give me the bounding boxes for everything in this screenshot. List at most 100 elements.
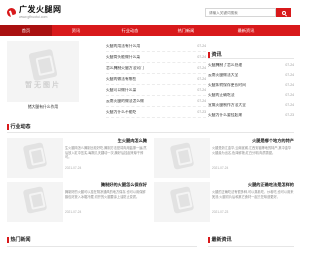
list-item[interactable]: 宣威火腿制作方法大全 07-24 — [208, 100, 294, 110]
card-description: 腌制好的火腿可以挂在阴凉通风的地方保存,也可以用保鲜膜包好放入冰箱冷藏,切开的火… — [65, 190, 146, 199]
news-box-title: 资讯 — [211, 51, 222, 58]
list-item-date: 07-24 — [197, 65, 206, 70]
card-description: 火腿的正确吃法有很多种,可以蒸着吃、炒着吃,也可以用来煲汤,火腿切片后和其它食材… — [212, 190, 294, 199]
card-title[interactable]: 腌制好的火腿怎么保存好 — [65, 182, 147, 187]
list-item[interactable]: 火腿的用法有什么用 07-24 — [106, 41, 206, 52]
accent-bar — [7, 237, 9, 243]
article-card[interactable]: 火腿是哪个地方的特产 火腿是浙江金华,云南宣威,江西安福等地的特产,其中金华火腿… — [154, 138, 294, 178]
hero-image-placeholder[interactable]: 暂无图片 — [7, 41, 79, 102]
list-item-title[interactable]: 火腿的用法有什么用 — [106, 44, 140, 49]
latest-section-title: 最新资讯 — [211, 237, 232, 243]
list-item[interactable]: 火腿如何保存更长时间 07-24 — [208, 80, 294, 90]
list-item-title[interactable]: 火腿为什么不能吃 — [106, 110, 136, 115]
page: 广发火腿网 www.gfhuotui.com 首页 资讯 行业动态 热门新闻 最… — [0, 0, 300, 260]
list-item[interactable]: 云南火腿的做法怎么做 07-24 — [106, 96, 206, 107]
hot-news-section-header: 热门新闻 — [7, 236, 31, 244]
image-placeholder-icon — [22, 142, 48, 170]
list-item-title[interactable]: 火腿可以做什么菜 — [106, 88, 136, 93]
news-box-list: 火腿腌制了怎么处理 07-24 云南火腿做法大全 07-24 火腿如何保存更长时间 0… — [208, 60, 294, 120]
list-item-title[interactable]: 宣威火腿制作方法大全 — [208, 103, 246, 108]
list-item-date: 07-24 — [197, 98, 206, 103]
industry-section-header: 行业动态 — [7, 123, 31, 131]
list-item-date: 07-24 — [197, 43, 206, 48]
list-item-title[interactable]: 火腿腌制了怎么处理 — [208, 63, 242, 68]
nav-item-hot[interactable]: 热门新闻 — [160, 25, 212, 36]
list-item[interactable]: 火腿可以做什么菜 07-24 — [106, 85, 206, 96]
card-body: 火腿是哪个地方的特产 火腿是浙江金华,云南宣威,江西安福等地的特产,其中金华火腿… — [212, 138, 294, 171]
card-thumbnail[interactable] — [7, 182, 63, 222]
list-item-title[interactable]: 怎么腌制火腿方法窍门 — [106, 66, 144, 71]
list-item-date: 07-23 — [197, 109, 206, 114]
nav-item-news[interactable]: 资讯 — [52, 25, 100, 36]
logo-icon — [7, 7, 16, 17]
list-item[interactable]: 火腿的做法有哪些 07-24 — [106, 74, 206, 85]
list-item-title[interactable]: 火腿为什么要挂起来 — [208, 113, 242, 118]
card-date: 2021-07-24 — [65, 210, 82, 215]
placeholder-text: 暂无图片 — [25, 82, 61, 89]
card-title[interactable]: 火腿的正确吃法是怎样的 — [212, 182, 294, 187]
list-item-date: 07-24 — [285, 72, 294, 77]
logo-url: www.gfhuotui.com — [19, 15, 48, 19]
article-card[interactable]: 生火腿肉怎么腌 生火腿肉怎么腌制比较好吃,腌制方法是将肉用盐擦一遍,然后放入缸中… — [7, 138, 147, 178]
list-item[interactable]: 火腿为什么不能吃 07-23 — [106, 107, 206, 118]
accent-bar — [208, 51, 210, 58]
list-item-date: 07-24 — [197, 87, 206, 92]
list-item-title[interactable]: 火腿如何保存更长时间 — [208, 83, 246, 88]
list-item[interactable]: 火腿腌制了怎么处理 07-24 — [208, 60, 294, 70]
article-card[interactable]: 腌制好的火腿怎么保存好 腌制好的火腿可以挂在阴凉通风的地方保存,也可以用保鲜膜包… — [7, 182, 147, 222]
divider — [7, 132, 294, 133]
card-thumbnail[interactable] — [154, 182, 210, 222]
card-date: 2021-07-24 — [212, 166, 229, 171]
hero-caption[interactable]: 猪大腿有什么作用 — [7, 105, 79, 110]
list-item-title[interactable]: 火腿的做法有哪些 — [106, 77, 136, 82]
hero-feature[interactable]: 暂无图片 猪大腿有什么作用 — [7, 41, 79, 109]
list-item-date: 07-24 — [285, 82, 294, 87]
news-box: 资讯 火腿腌制了怎么处理 07-24 云南火腿做法大全 07-24 火腿如何保存更长… — [208, 51, 294, 119]
list-item[interactable]: 火腿骨头能做什么菜 07-24 — [106, 52, 206, 63]
hot-news-section-title: 热门新闻 — [10, 237, 31, 243]
search-input[interactable] — [205, 8, 276, 17]
card-thumbnail[interactable] — [7, 138, 63, 178]
list-item[interactable]: 火腿的正确吃法 07-24 — [208, 90, 294, 100]
nav-item-home[interactable]: 首页 — [0, 25, 52, 36]
list-item[interactable]: 火腿为什么要挂起来 07-23 — [208, 110, 294, 120]
card-description: 生火腿肉怎么腌制比较好吃,腌制方法是将肉用盐擦一遍,然后放入缸中压实,每隔几天翻… — [65, 146, 147, 160]
nav-item-industry[interactable]: 行业动态 — [100, 25, 160, 36]
nav-item-latest[interactable]: 最新资讯 — [212, 25, 280, 36]
industry-section-title: 行业动态 — [10, 124, 31, 130]
card-title[interactable]: 生火腿肉怎么腌 — [65, 138, 147, 143]
image-placeholder-icon — [169, 142, 195, 170]
list-item-title[interactable]: 云南火腿做法大全 — [208, 73, 238, 78]
card-thumbnail[interactable] — [154, 138, 210, 178]
card-body: 生火腿肉怎么腌 生火腿肉怎么腌制比较好吃,腌制方法是将肉用盐擦一遍,然后放入缸中… — [65, 138, 147, 171]
list-item-title[interactable]: 云南火腿的做法怎么做 — [106, 99, 144, 104]
card-title[interactable]: 火腿是哪个地方的特产 — [212, 138, 294, 143]
list-item-title[interactable]: 火腿骨头能做什么菜 — [106, 55, 140, 60]
list-item[interactable]: 怎么腌制火腿方法窍门 07-24 — [106, 63, 206, 74]
header: 广发火腿网 www.gfhuotui.com — [0, 0, 300, 24]
top-row: 暂无图片 猪大腿有什么作用 火腿的用法有什么用 07-24 火腿骨头能做什么菜 07… — [0, 40, 300, 118]
list-item-title[interactable]: 火腿的正确吃法 — [208, 93, 235, 98]
list-item-date: 07-23 — [285, 112, 294, 117]
article-card[interactable]: 火腿的正确吃法是怎样的 火腿的正确吃法有很多种,可以蒸着吃、炒着吃,也可以用来煲… — [154, 182, 294, 222]
latest-section-header: 最新资讯 — [208, 236, 232, 244]
image-placeholder-icon — [169, 186, 195, 214]
search-button[interactable] — [276, 8, 291, 17]
site-logo[interactable]: 广发火腿网 www.gfhuotui.com — [7, 5, 62, 19]
news-box-header: 资讯 — [208, 51, 294, 59]
card-date: 2021-07-23 — [212, 210, 229, 215]
main-nav: 首页 资讯 行业动态 热门新闻 最新资讯 — [0, 25, 300, 36]
card-date: 2021-07-24 — [65, 166, 82, 171]
card-body: 火腿的正确吃法是怎样的 火腿的正确吃法有很多种,可以蒸着吃、炒着吃,也可以用来煲… — [212, 182, 294, 215]
accent-bar — [7, 124, 9, 130]
list-item[interactable]: 云南火腿做法大全 07-24 — [208, 70, 294, 80]
divider — [7, 246, 197, 247]
list-item-date: 07-24 — [285, 92, 294, 97]
image-placeholder-icon — [28, 48, 58, 82]
search-icon — [281, 10, 286, 15]
list-item-date: 07-24 — [197, 76, 206, 81]
list-item-date: 07-24 — [197, 54, 206, 59]
logo-title: 广发火腿网 — [19, 4, 62, 14]
article-list: 火腿的用法有什么用 07-24 火腿骨头能做什么菜 07-24 怎么腌制火腿方法窍门… — [106, 41, 206, 118]
list-item-date: 07-24 — [285, 102, 294, 107]
